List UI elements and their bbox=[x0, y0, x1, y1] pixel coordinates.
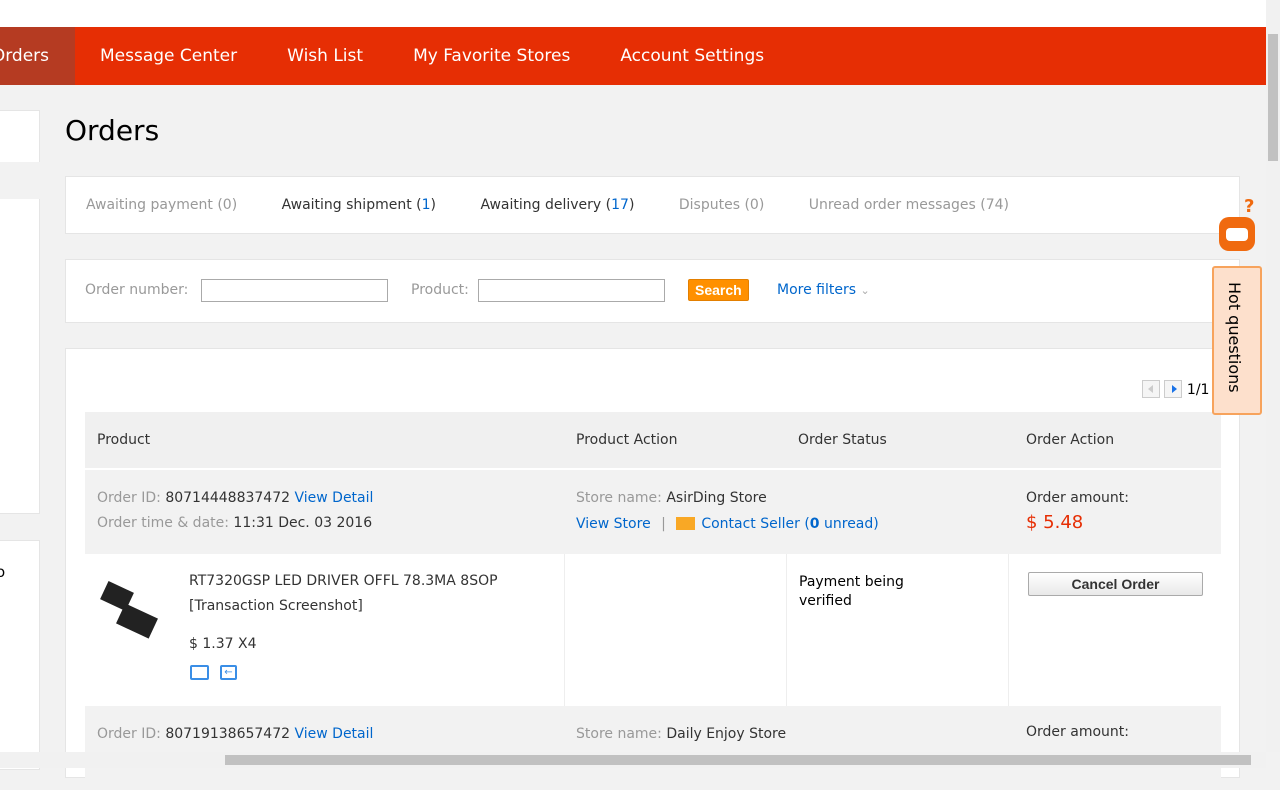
unread-label: unread) bbox=[819, 516, 879, 532]
tab-label: Awaiting shipment ( bbox=[281, 197, 422, 213]
order-tabs: Awaiting payment (0) Awaiting shipment (… bbox=[65, 176, 1240, 234]
search-button[interactable]: Search bbox=[688, 279, 749, 301]
contact-seller-link[interactable]: Contact Seller (0 unread) bbox=[701, 516, 878, 532]
tab-awaiting-shipment[interactable]: Awaiting shipment (1) bbox=[282, 197, 436, 213]
return-box-icon[interactable]: ← bbox=[220, 665, 237, 680]
nav-orders[interactable]: Orders bbox=[0, 27, 75, 85]
order-id: 80719138657472 bbox=[165, 726, 291, 742]
store-name: AsirDing Store bbox=[666, 490, 767, 506]
arrow-right-icon bbox=[1172, 385, 1178, 393]
filter-panel: Order number: Product: Search More filte… bbox=[65, 259, 1240, 323]
view-detail-link[interactable]: View Detail bbox=[294, 490, 373, 506]
product-title-link[interactable]: RT7320GSP LED DRIVER OFFL 78.3MA 8SOP bbox=[189, 573, 498, 589]
page-indicator: 1/1 bbox=[1186, 382, 1210, 398]
store-label: Store name: bbox=[576, 490, 662, 506]
contact-label: Contact Seller ( bbox=[701, 516, 810, 532]
top-bar bbox=[0, 0, 1266, 27]
cancel-order-button[interactable]: Cancel Order bbox=[1028, 572, 1203, 596]
order-time-label: Order time & date: bbox=[97, 515, 229, 531]
sidebar-panel bbox=[0, 110, 40, 514]
tab-awaiting-delivery[interactable]: Awaiting delivery (17) bbox=[480, 197, 634, 213]
table-header: Product Product Action Order Status Orde… bbox=[85, 412, 1221, 468]
product-label: Product: bbox=[411, 282, 469, 298]
order-amount-label: Order amount: bbox=[1026, 490, 1129, 506]
tab-awaiting-payment[interactable]: Awaiting payment (0) bbox=[86, 197, 237, 213]
order-number-label: Order number: bbox=[85, 282, 189, 298]
store-name: Daily Enjoy Store bbox=[666, 726, 787, 742]
unread-count: 0 bbox=[809, 516, 820, 532]
transaction-screenshot-link[interactable]: [Transaction Screenshot] bbox=[189, 598, 363, 614]
view-store-link[interactable]: View Store bbox=[576, 516, 651, 532]
horizontal-scrollbar[interactable] bbox=[0, 752, 1266, 768]
hot-questions-widget[interactable]: ? Hot questions bbox=[1212, 196, 1262, 415]
view-detail-link[interactable]: View Detail bbox=[294, 726, 373, 742]
more-filters-link[interactable]: More filters ⌄ bbox=[777, 282, 870, 298]
nav-account-settings[interactable]: Account Settings bbox=[595, 27, 789, 85]
tab-count: 17 bbox=[611, 197, 629, 213]
header-product-action: Product Action bbox=[576, 432, 678, 448]
header-product: Product bbox=[97, 432, 151, 448]
order-id-label: Order ID: bbox=[97, 726, 161, 742]
orders-panel: 1/1 Product Product Action Order Status … bbox=[65, 348, 1240, 790]
header-order-status: Order Status bbox=[798, 432, 887, 448]
hot-questions-tab[interactable]: Hot questions bbox=[1212, 266, 1262, 415]
shipping-truck-icon[interactable] bbox=[190, 665, 209, 680]
order-header-row: Order ID: 80719138657472 View Detail Sto… bbox=[85, 706, 1221, 790]
order-time: 11:31 Dec. 03 2016 bbox=[233, 515, 373, 531]
page-title: Orders bbox=[65, 114, 160, 147]
nav-favorite-stores[interactable]: My Favorite Stores bbox=[388, 27, 595, 85]
nav-message-center[interactable]: Message Center bbox=[75, 27, 262, 85]
order-amount-label: Order amount: bbox=[1026, 724, 1129, 740]
order-amount: $ 5.48 bbox=[1026, 512, 1084, 533]
vertical-scrollbar-thumb[interactable] bbox=[1268, 34, 1278, 161]
order-item-row: RT7320GSP LED DRIVER OFFL 78.3MA 8SOP [T… bbox=[85, 554, 1221, 706]
product-input[interactable] bbox=[478, 279, 665, 302]
tab-unread-messages[interactable]: Unread order messages (74) bbox=[809, 197, 1009, 213]
nav-wish-list[interactable]: Wish List bbox=[262, 27, 388, 85]
tab-count: 1 bbox=[421, 197, 431, 213]
header-order-action: Order Action bbox=[1026, 432, 1115, 448]
order-status: Payment being verified bbox=[799, 574, 904, 609]
store-label: Store name: bbox=[576, 726, 662, 742]
main-nav: Orders Message Center Wish List My Favor… bbox=[0, 27, 1266, 85]
envelope-icon bbox=[676, 517, 696, 530]
order-id: 80714448837472 bbox=[165, 490, 291, 506]
prev-page-button[interactable] bbox=[1142, 380, 1160, 398]
tab-label: ) bbox=[430, 197, 437, 213]
arrow-left-icon bbox=[1148, 385, 1153, 393]
robot-icon bbox=[1219, 217, 1255, 251]
hot-questions-label: Hot questions bbox=[1225, 282, 1244, 393]
order-number-input[interactable] bbox=[201, 279, 388, 302]
tab-label: Awaiting delivery ( bbox=[480, 197, 612, 213]
tab-disputes[interactable]: Disputes (0) bbox=[679, 197, 764, 213]
separator: | bbox=[661, 516, 666, 532]
horizontal-scrollbar-thumb[interactable] bbox=[225, 755, 1251, 765]
pagination: 1/1 bbox=[1142, 380, 1209, 402]
order-header-row: Order ID: 80714448837472 View Detail Ord… bbox=[85, 470, 1221, 554]
vertical-scrollbar[interactable] bbox=[1266, 0, 1280, 752]
chevron-down-icon: ⌄ bbox=[860, 284, 870, 297]
question-mark-icon: ? bbox=[1244, 196, 1255, 217]
product-image[interactable] bbox=[97, 572, 159, 646]
more-filters-label: More filters bbox=[777, 282, 857, 298]
sidebar-panel-2: o bbox=[0, 540, 40, 770]
next-page-button[interactable] bbox=[1164, 380, 1183, 398]
tab-label: ) bbox=[628, 197, 635, 213]
sidebar-active-item[interactable] bbox=[0, 162, 40, 199]
order-id-label: Order ID: bbox=[97, 490, 161, 506]
product-price: $ 1.37 X4 bbox=[189, 636, 257, 652]
sidebar-text: o bbox=[0, 563, 6, 581]
